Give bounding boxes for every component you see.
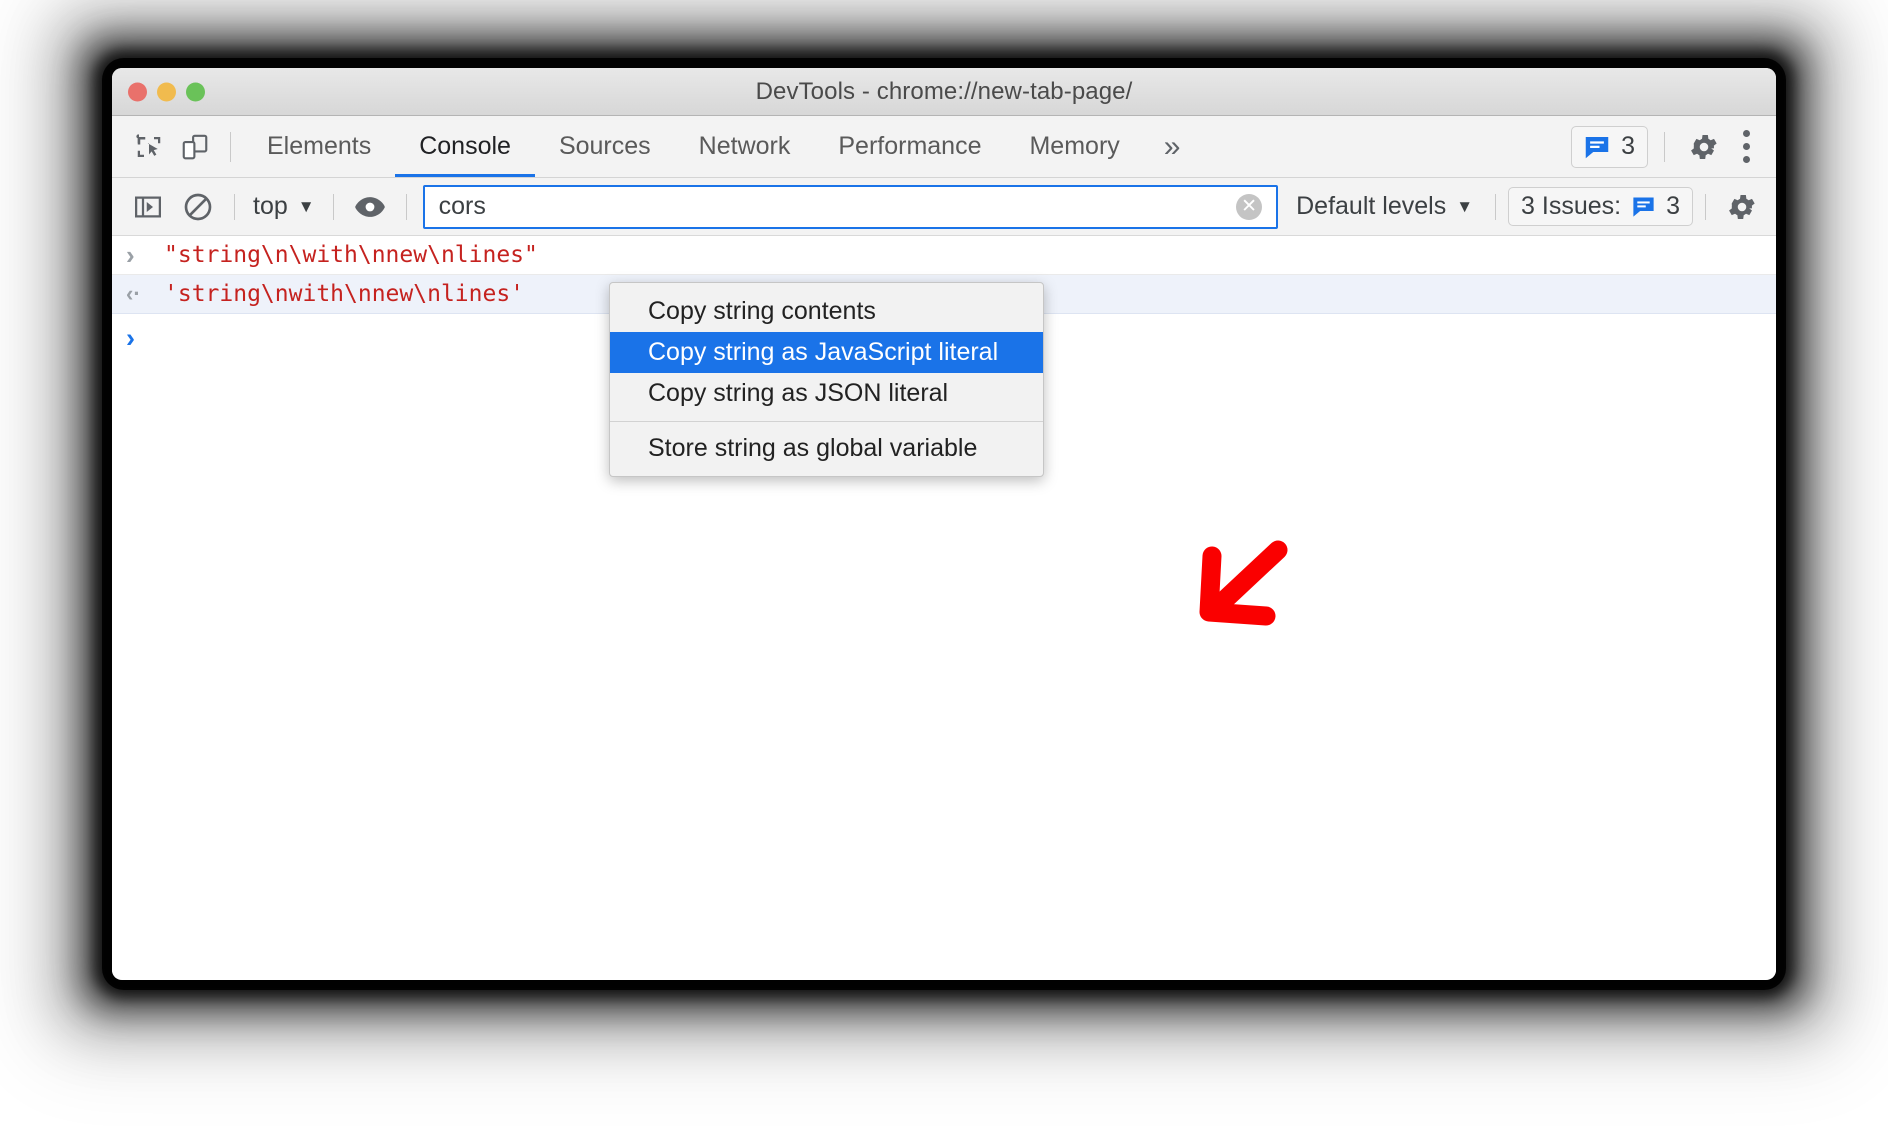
issue-bubble-icon <box>1585 136 1609 158</box>
menu-item-store-as-global-variable[interactable]: Store string as global variable <box>610 428 1043 469</box>
chevron-right-icon: › <box>126 239 135 270</box>
issues-toolbar-button[interactable]: 3 Issues: 3 <box>1508 187 1693 226</box>
clear-console-icon <box>184 193 212 220</box>
tabbar-right-divider <box>1664 131 1665 162</box>
menu-item-copy-as-javascript-literal[interactable]: Copy string as JavaScript literal <box>610 332 1043 373</box>
menu-item-copy-as-json-literal[interactable]: Copy string as JSON literal <box>610 373 1043 414</box>
chevron-left-icon: ‹· <box>126 281 141 306</box>
inspect-element-icon <box>136 133 161 157</box>
console-settings-button[interactable] <box>1718 185 1766 229</box>
window-title: DevTools - chrome://new-tab-page/ <box>755 77 1133 105</box>
result-marker: ‹· <box>126 281 164 307</box>
console-toolbar-divider-1 <box>234 193 235 220</box>
gear-icon-console <box>1729 194 1755 219</box>
inspect-element-button[interactable] <box>126 124 172 170</box>
maximize-button[interactable] <box>186 82 205 101</box>
prompt-chevron-icon: › <box>126 322 135 353</box>
issues-counter-button[interactable]: 3 <box>1571 125 1648 168</box>
devtools-window: DevTools - chrome://new-tab-page/ Elemen… <box>112 68 1776 980</box>
execution-context-selector[interactable]: top ▼ <box>247 192 321 221</box>
live-expression-button[interactable] <box>346 185 394 229</box>
tab-console[interactable]: Console <box>395 116 535 177</box>
chevron-down-icon-levels: ▼ <box>1456 196 1474 216</box>
kebab-dot-2 <box>1743 143 1750 150</box>
close-button[interactable] <box>128 82 147 101</box>
console-filter-value: cors <box>438 192 486 220</box>
clear-input-icon[interactable]: ✕ <box>1236 193 1263 220</box>
menu-separator <box>610 421 1043 422</box>
tab-network[interactable]: Network <box>675 116 815 177</box>
clear-console-button[interactable] <box>174 185 222 229</box>
chevron-down-icon: ▼ <box>297 196 315 216</box>
more-tabs-button[interactable]: » <box>1144 116 1201 177</box>
settings-button[interactable] <box>1681 124 1727 170</box>
tab-performance[interactable]: Performance <box>814 116 1005 177</box>
gear-icon <box>1691 134 1717 159</box>
console-sidebar-icon <box>135 196 161 217</box>
tab-memory[interactable]: Memory <box>1005 116 1143 177</box>
input-marker: › <box>126 240 164 271</box>
kebab-dot-1 <box>1743 130 1750 137</box>
device-toolbar-button[interactable] <box>172 124 218 170</box>
live-expression-icon <box>354 196 385 217</box>
console-sidebar-toggle[interactable] <box>124 185 172 229</box>
tabbar-divider <box>230 131 231 162</box>
console-result-text: 'string\nwith\nnew\nlines' <box>164 281 525 307</box>
device-toolbar-icon <box>182 134 208 159</box>
kebab-dot-3 <box>1743 156 1750 163</box>
console-input-message[interactable]: › "string\n\with\nnew\nlines" <box>112 236 1776 275</box>
red-pointer-arrow <box>1199 540 1288 626</box>
log-levels-value: Default levels <box>1296 192 1447 220</box>
issues-label: 3 Issues: <box>1521 192 1622 220</box>
issues-count-label: 3 <box>1621 132 1635 160</box>
console-toolbar-divider-4 <box>1495 193 1497 220</box>
tab-sources[interactable]: Sources <box>535 116 675 177</box>
log-levels-selector[interactable]: Default levels ▼ <box>1286 192 1483 221</box>
more-options-button[interactable] <box>1731 124 1762 169</box>
devtools-tab-bar: Elements Console Sources Network Perform… <box>112 116 1776 178</box>
window-controls <box>128 82 205 101</box>
panel-tabs: Elements Console Sources Network Perform… <box>243 116 1200 177</box>
execution-context-value: top <box>253 192 288 220</box>
minimize-button[interactable] <box>157 82 176 101</box>
console-input-text: "string\n\with\nnew\nlines" <box>164 242 538 268</box>
console-toolbar: top ▼ cors ✕ Default levels ▼ 3 Issues: <box>112 178 1776 236</box>
tab-elements[interactable]: Elements <box>243 116 395 177</box>
console-toolbar-divider-2 <box>332 193 334 220</box>
console-message-list[interactable]: › "string\n\with\nnew\nlines" ‹· 'string… <box>112 236 1776 978</box>
console-filter-input[interactable]: cors ✕ <box>422 184 1279 229</box>
menu-item-copy-string-contents[interactable]: Copy string contents <box>610 291 1043 332</box>
tab-bar-actions: 3 <box>1571 124 1762 170</box>
title-bar: DevTools - chrome://new-tab-page/ <box>112 68 1776 116</box>
prompt-marker: › <box>126 323 164 354</box>
console-toolbar-divider-3 <box>405 193 407 220</box>
issue-bubble-icon-toolbar <box>1633 197 1654 217</box>
string-context-menu[interactable]: Copy string contents Copy string as Java… <box>609 282 1044 477</box>
issues-toolbar-count: 3 <box>1666 192 1680 220</box>
console-toolbar-divider-5 <box>1705 193 1706 220</box>
